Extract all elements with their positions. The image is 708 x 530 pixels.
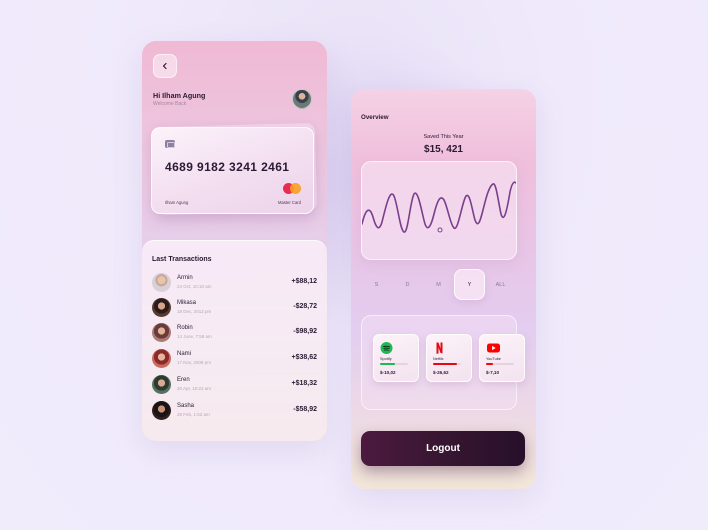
- transaction-row[interactable]: Robin 14 June, 7:58 am -$98,92: [152, 323, 317, 343]
- period-option[interactable]: ALL: [485, 269, 516, 300]
- transaction-name: Nami: [177, 351, 192, 357]
- subscription-name: YouTube: [486, 357, 501, 361]
- back-button[interactable]: [153, 54, 177, 78]
- chip-icon: [165, 140, 175, 148]
- transaction-amount: +$88,12: [291, 278, 318, 285]
- transactions-panel: Last Transactions Armin 24 Oct, 10:10 am…: [142, 240, 327, 441]
- subscription-amount: $-10,02: [380, 370, 396, 375]
- subscription-progress: [486, 363, 514, 365]
- transaction-date: 17 Nov, 2009 pm: [177, 360, 211, 365]
- transaction-name: Sasha: [177, 403, 195, 409]
- subscription-progress-fill: [380, 363, 396, 365]
- credit-card[interactable]: 4689 9182 3241 2461 Ilham Agung Master C…: [151, 127, 314, 214]
- avatar: [152, 375, 171, 394]
- spotify-icon: [380, 342, 393, 354]
- greeting-subtitle: Welcome Back: [153, 101, 187, 107]
- avatar: [152, 323, 171, 342]
- overview-screen: Overview Saved This Year $15, 421 S D M …: [351, 89, 536, 489]
- transaction-row[interactable]: Armin 24 Oct, 10:10 am +$88,12: [152, 273, 317, 293]
- savings-line: [362, 181, 516, 233]
- transaction-amount: +$38,62: [291, 354, 318, 361]
- youtube-icon: [487, 343, 500, 353]
- netflix-icon: [436, 342, 443, 354]
- card-holder: Ilham Agung: [165, 200, 189, 205]
- savings-line-chart: [362, 181, 516, 233]
- subscription-card-youtube[interactable]: YouTube $-7,10: [479, 334, 525, 382]
- subscription-amount: $-7,10: [486, 370, 500, 375]
- subscription-amount: $-26,62: [433, 370, 449, 375]
- transaction-name: Robin: [177, 325, 193, 331]
- subscription-card-spotify[interactable]: Spotify $-10,02: [373, 334, 419, 382]
- subscription-card-netflix[interactable]: Netflix $-26,62: [426, 334, 472, 382]
- wallet-screen: Hi Ilham Agung Welcome Back 4689 9182 32…: [142, 41, 327, 441]
- period-option[interactable]: S: [361, 269, 392, 300]
- transaction-row[interactable]: Sasha 28 Feb, 1:52 am -$58,92: [152, 401, 317, 421]
- subscription-name: Netflix: [433, 357, 444, 361]
- savings-chart[interactable]: [361, 161, 517, 260]
- subscription-progress-fill: [433, 363, 457, 365]
- transaction-date: 28 Feb, 1:52 am: [177, 412, 210, 417]
- transaction-row[interactable]: Eren 20 Apr, 10:22 am +$18,32: [152, 375, 317, 395]
- transaction-date: 20 Apr, 10:22 am: [177, 386, 212, 391]
- period-option[interactable]: D: [392, 269, 423, 300]
- transaction-amount: -$98,92: [293, 328, 317, 335]
- period-option-active[interactable]: Y: [454, 269, 485, 300]
- avatar: [152, 401, 171, 420]
- transaction-amount: -$58,92: [293, 406, 317, 413]
- transactions-title: Last Transactions: [152, 256, 212, 263]
- transaction-date: 24 Oct, 10:10 am: [177, 284, 212, 289]
- subscriptions-panel: Spotify $-10,02 Netflix $-26,62 YouTube: [361, 315, 525, 410]
- avatar: [152, 349, 171, 368]
- transaction-name: Mikasa: [177, 300, 197, 306]
- subscription-progress: [433, 363, 461, 365]
- card-number: 4689 9182 3241 2461: [165, 160, 290, 174]
- transaction-amount: -$28,72: [293, 303, 317, 310]
- transaction-name: Eren: [177, 377, 190, 383]
- transaction-date: 14 June, 7:58 am: [177, 334, 212, 339]
- avatar: [152, 273, 171, 292]
- saved-amount: $15, 421: [424, 144, 463, 155]
- overview-title: Overview: [361, 114, 389, 121]
- avatar: [152, 298, 171, 317]
- saved-label: Saved This Year: [423, 134, 464, 140]
- transaction-date: 18 Dec, 2012 pm: [177, 309, 212, 314]
- transaction-name: Armin: [177, 275, 193, 281]
- transaction-amount: +$18,32: [291, 380, 318, 387]
- transaction-row[interactable]: Nami 17 Nov, 2009 pm +$38,62: [152, 349, 317, 369]
- subscription-progress: [380, 363, 408, 365]
- transaction-row[interactable]: Mikasa 18 Dec, 2012 pm -$28,72: [152, 298, 317, 318]
- user-avatar[interactable]: [292, 89, 312, 109]
- subscription-name: Spotify: [380, 357, 392, 361]
- period-option[interactable]: M: [423, 269, 454, 300]
- chart-point-marker[interactable]: [437, 227, 443, 233]
- greeting-name: Hi Ilham Agung: [153, 91, 206, 100]
- subscription-progress-fill: [486, 363, 493, 365]
- chevron-left-icon: [162, 62, 167, 70]
- period-selector: S D M Y ALL: [361, 269, 526, 301]
- card-brand: Master Card: [277, 200, 301, 205]
- logout-button[interactable]: Logout: [361, 431, 525, 466]
- mastercard-logo-icon: [283, 183, 301, 194]
